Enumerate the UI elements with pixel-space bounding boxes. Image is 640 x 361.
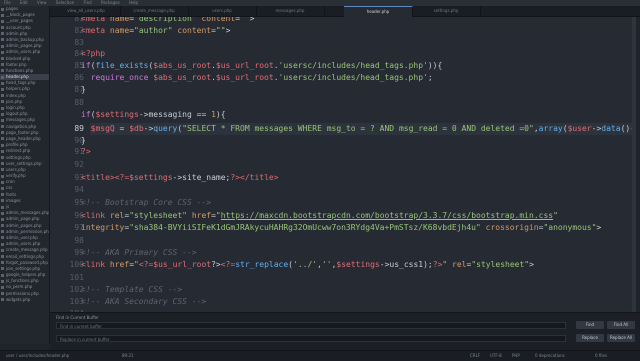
code-line: <meta name="author" content=""> [81, 26, 231, 35]
find-panel: Find in Current Buffer Find in current b… [50, 312, 640, 351]
file-tree[interactable]: pages __block_pages __user_pages account.ph… [0, 6, 50, 344]
line-number: 89 [74, 124, 84, 133]
code-line: <!-- Template CSS --> [81, 285, 183, 294]
line-number: 92 [74, 160, 84, 169]
find-input[interactable]: Find in current buffer [56, 322, 566, 329]
find-all-button[interactable]: Find All [607, 321, 635, 329]
code-line: <!-- AKA Primary CSS --> [81, 248, 197, 257]
tab-view-all-users[interactable]: view_all_users.php [52, 6, 121, 16]
menu-packages[interactable]: Packages [101, 0, 120, 5]
code-line: } [81, 136, 86, 145]
line-number: 88 [74, 98, 84, 107]
file-tree-item[interactable]: widgets.php [0, 297, 49, 303]
code-line: if($settings->messaging == 1){ [81, 110, 226, 119]
find-button[interactable]: Find [576, 321, 604, 329]
line-number: 94 [74, 185, 84, 194]
code-line: if(file_exists($abs_us_root.$us_url_root… [81, 61, 443, 70]
menu-file[interactable]: File [4, 0, 11, 5]
replace-input[interactable]: Replace in current buffer [56, 335, 566, 342]
line-number: 95 [74, 198, 84, 207]
code-line: ?> [81, 147, 91, 156]
menu-selection[interactable]: Selection [56, 0, 74, 5]
menu-find[interactable]: Find [84, 0, 92, 5]
line-number: 96 [74, 211, 84, 220]
scrollbar[interactable] [632, 17, 636, 312]
line-number: 93 [74, 173, 84, 182]
line-number: 90 [74, 136, 84, 145]
line-number: 82 [74, 26, 84, 35]
replace-button[interactable]: Replace [576, 334, 604, 342]
code-line: require_once $abs_us_root.$us_url_root.'… [90, 73, 433, 82]
code-line: <meta name="description" content=""> [81, 17, 255, 23]
tab-users[interactable]: users.php [188, 6, 257, 16]
code-line: } [81, 85, 86, 94]
code-line: integrity="sha384-BVYiiSIFeK1dGmJRAkycuH… [81, 223, 602, 232]
line-number: 97 [74, 223, 84, 232]
line-number: 98 [74, 236, 84, 245]
code-line-current: $msgQ = $db->query("SELECT * FROM messag… [90, 124, 636, 133]
line-number: 84 [74, 49, 84, 58]
replace-all-button[interactable]: Replace All [607, 334, 635, 342]
code-line: <!-- AKA Secondary CSS --> [81, 297, 207, 306]
line-number: 100 [69, 260, 84, 269]
code-line: <title><?=$settings->site_name;?></title… [81, 173, 279, 182]
menu-help[interactable]: Help [129, 0, 138, 5]
code-line: <link rel="stylesheet" href="https://max… [81, 211, 558, 220]
line-number: 103 [69, 297, 84, 306]
line-number: 87 [74, 85, 84, 94]
find-label: Find in Current Buffer [56, 315, 99, 320]
tab-header[interactable]: header.php [344, 6, 413, 17]
tab-settings[interactable]: settings.php [412, 6, 481, 16]
line-number: 81 [74, 17, 84, 23]
status-bar: user / user/includes/header.php 89:21 CR… [0, 350, 640, 361]
code-line: <link href="<?=$us_url_root?><?=str_repl… [81, 260, 534, 269]
code-line: <!-- Bootstrap Core CSS --> [81, 198, 212, 207]
line-number: 101 [69, 273, 84, 282]
code-editor[interactable]: 81 82 83 84 85 86 87 88 89 90 91 92 93 94 95 96 97 98 99 10… [50, 17, 636, 312]
line-number: 83 [74, 38, 84, 47]
tab-messages[interactable]: messages.php [256, 6, 325, 16]
tab-create-message[interactable]: create_message.php [120, 6, 189, 16]
menu-view[interactable]: View [37, 0, 47, 5]
line-number: 91 [74, 147, 84, 156]
line-number: 102 [69, 285, 84, 294]
line-number: 86 [74, 73, 84, 82]
line-number: 85 [74, 61, 84, 70]
code-line: <?php [81, 49, 106, 58]
menu-edit[interactable]: Edit [20, 0, 28, 5]
tab-bar: view_all_users.php create_message.php us… [50, 6, 640, 17]
line-number: 99 [74, 248, 84, 257]
